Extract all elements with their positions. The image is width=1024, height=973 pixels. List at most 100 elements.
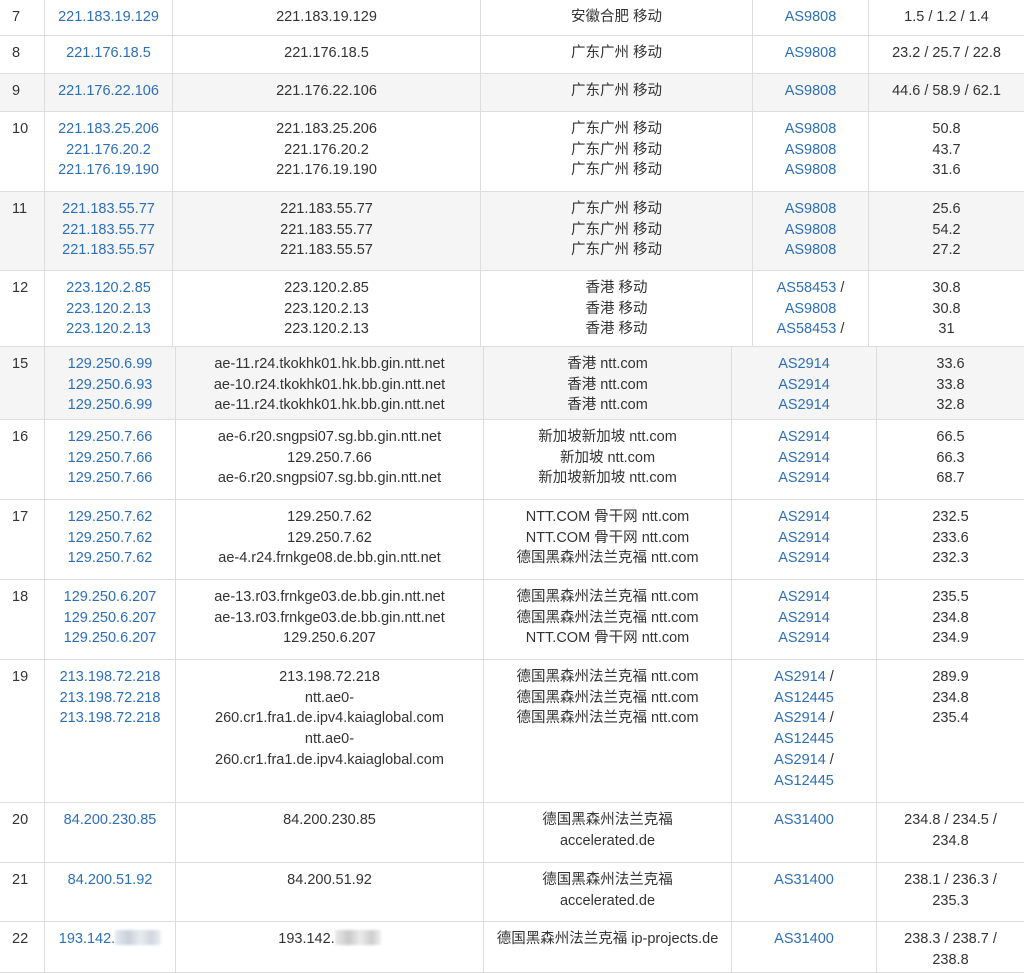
ip-link[interactable]: 129.250.7.66 bbox=[68, 429, 153, 445]
ip-line: 129.250.6.93 bbox=[45, 375, 175, 396]
asn-link[interactable]: AS2914 bbox=[774, 710, 826, 726]
host-cell: 221.183.25.206 221.176.20.2 221.176.19.190 bbox=[172, 112, 480, 191]
asn-separator: / bbox=[836, 280, 845, 296]
ip-link[interactable]: 129.250.7.66 bbox=[68, 450, 153, 466]
asn-link[interactable]: AS9808 bbox=[785, 301, 837, 317]
rtt-value: 234.8 bbox=[932, 609, 969, 626]
hop-cell: 10 bbox=[0, 112, 44, 191]
ip-link[interactable]: 221.183.19.129 bbox=[58, 9, 159, 25]
ip-link[interactable]: 223.120.2.13 bbox=[66, 321, 151, 337]
host-line: 221.176.22.106 bbox=[173, 81, 480, 102]
asn-link[interactable]: AS2914 bbox=[778, 377, 830, 393]
ip-link[interactable]: 213.198.72.218 bbox=[60, 710, 161, 726]
ip-link[interactable]: 129.250.6.93 bbox=[68, 377, 153, 393]
asn-link[interactable]: AS2914 bbox=[774, 669, 826, 685]
asn-link[interactable]: AS2914 bbox=[774, 752, 826, 768]
asn-link[interactable]: AS2914 bbox=[778, 610, 830, 626]
asn-link[interactable]: AS58453 bbox=[777, 280, 837, 296]
asn-link[interactable]: AS31400 bbox=[774, 872, 834, 888]
hostname: ae-11.r24.tkokhk01.hk.bb.gin.ntt.net bbox=[214, 397, 445, 414]
host-line: ae-13.r03.frnkge03.de.bb.gin.ntt.net bbox=[176, 587, 483, 608]
ip-link[interactable]: 221.176.18.5 bbox=[66, 45, 151, 61]
rtt-value: 234.8 / 234.5 / bbox=[904, 812, 997, 828]
host-cell: 84.200.51.92 bbox=[175, 863, 483, 921]
hostname: 84.200.230.85 bbox=[283, 812, 376, 828]
asn-link[interactable]: AS9808 bbox=[785, 162, 837, 178]
rtt-value: 234.8 bbox=[932, 832, 969, 849]
ip-link[interactable]: 213.198.72.218 bbox=[60, 690, 161, 706]
ip-link[interactable]: 223.120.2.13 bbox=[66, 301, 151, 317]
asn-link[interactable]: AS9808 bbox=[785, 242, 837, 258]
ip-link[interactable]: 221.176.22.106 bbox=[58, 83, 159, 99]
asn-link[interactable]: AS12445 bbox=[774, 690, 834, 706]
host-line: 221.176.18.5 bbox=[173, 43, 480, 64]
ip-link[interactable]: 221.183.25.206 bbox=[58, 121, 159, 137]
asn-link[interactable]: AS2914 bbox=[778, 356, 830, 372]
rtt-cell: 235.5 234.8 234.9 bbox=[876, 580, 1024, 659]
ip-link[interactable]: 221.183.55.57 bbox=[62, 242, 155, 258]
ip-link[interactable]: 129.250.6.99 bbox=[68, 397, 153, 413]
ip-link[interactable]: 193.142. bbox=[59, 931, 115, 947]
ip-link[interactable]: 223.120.2.85 bbox=[66, 280, 151, 296]
ip-cell: 221.183.25.206 221.176.20.2 221.176.19.190 bbox=[44, 112, 172, 191]
ip-link[interactable]: 129.250.7.62 bbox=[68, 509, 153, 525]
asn-link[interactable]: AS2914 bbox=[778, 630, 830, 646]
hop-number: 9 bbox=[12, 83, 21, 99]
location-cell: 安徽合肥 移动 bbox=[480, 0, 752, 35]
rtt-value: 234.9 bbox=[932, 630, 969, 647]
asn-link[interactable]: AS2914 bbox=[778, 509, 830, 525]
ip-link[interactable]: 129.250.7.62 bbox=[68, 530, 153, 546]
asn-link[interactable]: AS9808 bbox=[785, 45, 837, 61]
rtt-cell: 289.9 234.8 235.4 bbox=[876, 660, 1024, 802]
ip-link[interactable]: 84.200.230.85 bbox=[64, 812, 157, 828]
asn-link[interactable]: AS9808 bbox=[785, 201, 837, 217]
ip-line: 129.250.7.66 bbox=[45, 468, 175, 489]
asn-link[interactable]: AS2914 bbox=[778, 450, 830, 466]
asn-link[interactable]: AS12445 bbox=[774, 731, 834, 747]
asn-link[interactable]: AS2914 bbox=[778, 589, 830, 605]
hop-number: 15 bbox=[12, 356, 29, 372]
asn-link[interactable]: AS9808 bbox=[785, 83, 837, 99]
asn-link[interactable]: AS2914 bbox=[778, 530, 830, 546]
location-text: 广东广州 移动 bbox=[570, 121, 663, 137]
host-line: 129.250.7.66 bbox=[176, 448, 483, 469]
ip-link[interactable]: 221.176.19.190 bbox=[58, 162, 159, 178]
ip-link[interactable]: 129.250.7.66 bbox=[68, 470, 153, 486]
ip-link[interactable]: 129.250.6.207 bbox=[64, 589, 157, 605]
asn-link[interactable]: AS9808 bbox=[785, 121, 837, 137]
asn-link[interactable]: AS2914 bbox=[778, 397, 830, 413]
asn-link[interactable]: AS2914 bbox=[778, 429, 830, 445]
asn-link[interactable]: AS12445 bbox=[774, 773, 834, 789]
ip-link[interactable]: 129.250.6.207 bbox=[64, 630, 157, 646]
ip-link[interactable]: 129.250.7.62 bbox=[68, 550, 153, 566]
location-text: 香港 移动 bbox=[585, 321, 648, 338]
ip-link[interactable]: 129.250.6.99 bbox=[68, 356, 153, 372]
rtt-cell: 50.8 43.7 31.6 bbox=[868, 112, 1024, 191]
location-text: NTT.COM 骨干网 ntt.com bbox=[525, 630, 690, 647]
asn-line: AS2914 bbox=[732, 587, 876, 608]
ip-link[interactable]: 221.183.55.77 bbox=[62, 222, 155, 238]
ip-link[interactable]: 221.183.55.77 bbox=[62, 201, 155, 217]
ip-link[interactable]: 213.198.72.218 bbox=[60, 669, 161, 685]
asn-link[interactable]: AS31400 bbox=[774, 812, 834, 828]
asn-line: AS58453 / bbox=[753, 278, 868, 299]
asn-line: AS2914 bbox=[732, 468, 876, 489]
asn-link[interactable]: AS9808 bbox=[785, 142, 837, 158]
asn-link[interactable]: AS2914 bbox=[778, 470, 830, 486]
asn-link[interactable]: AS2914 bbox=[778, 550, 830, 566]
asn-cell: AS9808 bbox=[752, 74, 868, 111]
asn-cell: AS2914 AS2914 AS2914 bbox=[731, 500, 876, 579]
ip-line: 221.176.18.5 bbox=[45, 43, 172, 64]
ip-line: 129.250.6.207 bbox=[45, 587, 175, 608]
ip-link[interactable]: 221.176.20.2 bbox=[66, 142, 151, 158]
asn-link[interactable]: AS9808 bbox=[785, 222, 837, 238]
asn-link[interactable]: AS58453 bbox=[777, 321, 837, 337]
hostname: 223.120.2.13 bbox=[284, 321, 369, 338]
rtt-cell: 1.5 / 1.2 / 1.4 bbox=[868, 0, 1024, 35]
ip-link[interactable]: 129.250.6.207 bbox=[64, 610, 157, 626]
ip-link[interactable]: 84.200.51.92 bbox=[68, 872, 153, 888]
location-cell: 德国黑森州法兰克福 ntt.com 德国黑森州法兰克福 ntt.com 德国黑森州法… bbox=[483, 660, 731, 802]
host-cell: 221.176.22.106 bbox=[172, 74, 480, 111]
asn-link[interactable]: AS9808 bbox=[785, 9, 837, 25]
asn-link[interactable]: AS31400 bbox=[774, 931, 834, 947]
